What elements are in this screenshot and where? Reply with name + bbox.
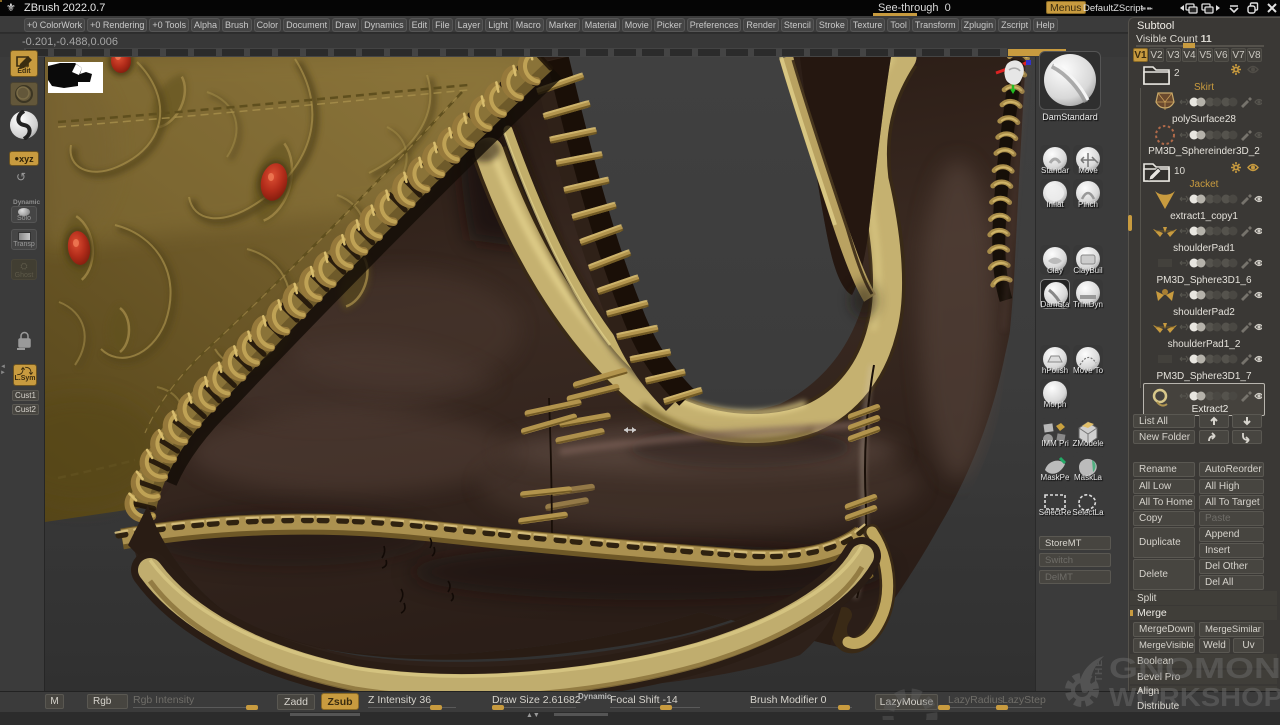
svg-text:Edit: Edit [17,68,31,75]
